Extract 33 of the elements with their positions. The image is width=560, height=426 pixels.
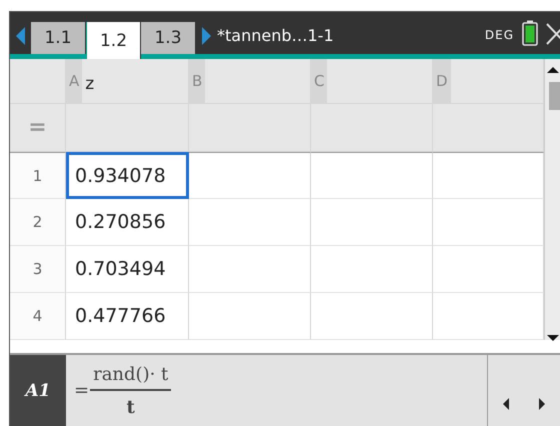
formula-cell[interactable] (311, 104, 433, 152)
battery-icon (522, 20, 538, 46)
formula-cell[interactable] (189, 104, 311, 152)
scrollbar-thumb[interactable] (549, 82, 560, 110)
angle-mode: DEG (484, 28, 514, 42)
row-number[interactable]: 3 (10, 246, 66, 293)
row-number[interactable]: 2 (10, 199, 66, 246)
spreadsheet-cell[interactable]: 0.703494 (66, 246, 189, 293)
spreadsheet-cell[interactable]: 0.934078 (66, 152, 189, 199)
equals-sign: = (74, 380, 90, 401)
formula-row-symbol: = (28, 115, 47, 140)
spreadsheet-cell[interactable]: 0.477766 (66, 293, 189, 340)
scroll-down-icon[interactable] (547, 335, 559, 341)
cell-reference: A1 (10, 355, 66, 426)
spreadsheet-cell[interactable]: 0.270856 (66, 199, 189, 246)
formula-denominator[interactable]: t (126, 390, 135, 418)
previous-arrow-icon[interactable] (16, 27, 25, 45)
right-arrow-icon[interactable] (539, 398, 545, 410)
column-header[interactable]: A z (66, 59, 189, 104)
page-tab[interactable]: 1.3 (141, 22, 196, 54)
formula-cell[interactable] (433, 104, 544, 152)
scroll-up-icon[interactable] (547, 67, 559, 73)
column-name: z (85, 74, 94, 94)
page-tab[interactable]: 1.2 (86, 22, 141, 59)
close-icon[interactable] (546, 23, 560, 45)
left-arrow-icon[interactable] (503, 398, 509, 410)
document-title: *tannenb…1-1 (217, 26, 334, 45)
row-number[interactable]: 4 (10, 293, 66, 340)
formula-numerator[interactable]: rand()· t (90, 364, 172, 390)
page-tab[interactable]: 1.1 (31, 22, 86, 54)
row-number[interactable]: 1 (10, 152, 66, 199)
next-arrow-icon[interactable] (202, 27, 211, 45)
formula-cell[interactable] (66, 104, 189, 152)
